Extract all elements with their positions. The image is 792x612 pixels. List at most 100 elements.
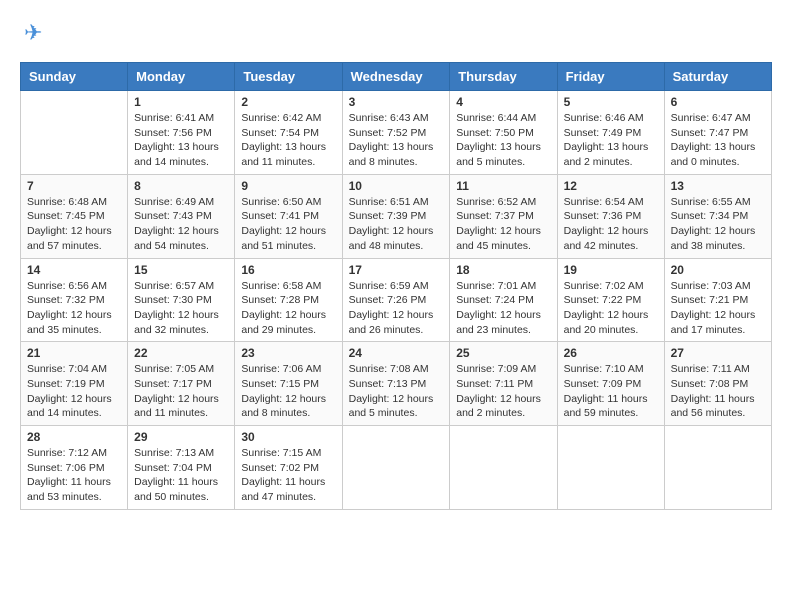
calendar-cell: 24 Sunrise: 7:08 AMSunset: 7:13 PMDaylig…	[342, 342, 450, 426]
calendar-cell: 23 Sunrise: 7:06 AMSunset: 7:15 PMDaylig…	[235, 342, 342, 426]
day-info: Sunrise: 6:41 AMSunset: 7:56 PMDaylight:…	[134, 111, 228, 170]
day-info: Sunrise: 7:15 AMSunset: 7:02 PMDaylight:…	[241, 446, 335, 505]
calendar-cell: 13 Sunrise: 6:55 AMSunset: 7:34 PMDaylig…	[664, 174, 771, 258]
calendar-cell: 28 Sunrise: 7:12 AMSunset: 7:06 PMDaylig…	[21, 426, 128, 510]
day-info: Sunrise: 6:58 AMSunset: 7:28 PMDaylight:…	[241, 279, 335, 338]
day-number: 3	[349, 95, 444, 109]
day-info: Sunrise: 6:48 AMSunset: 7:45 PMDaylight:…	[27, 195, 121, 254]
calendar-cell: 29 Sunrise: 7:13 AMSunset: 7:04 PMDaylig…	[128, 426, 235, 510]
day-number: 20	[671, 263, 765, 277]
day-number: 25	[456, 346, 550, 360]
day-info: Sunrise: 7:10 AMSunset: 7:09 PMDaylight:…	[564, 362, 658, 421]
calendar-cell: 17 Sunrise: 6:59 AMSunset: 7:26 PMDaylig…	[342, 258, 450, 342]
day-info: Sunrise: 6:51 AMSunset: 7:39 PMDaylight:…	[349, 195, 444, 254]
day-info: Sunrise: 6:55 AMSunset: 7:34 PMDaylight:…	[671, 195, 765, 254]
calendar-cell: 20 Sunrise: 7:03 AMSunset: 7:21 PMDaylig…	[664, 258, 771, 342]
calendar-cell: 26 Sunrise: 7:10 AMSunset: 7:09 PMDaylig…	[557, 342, 664, 426]
day-info: Sunrise: 7:08 AMSunset: 7:13 PMDaylight:…	[349, 362, 444, 421]
calendar-cell: 21 Sunrise: 7:04 AMSunset: 7:19 PMDaylig…	[21, 342, 128, 426]
calendar-cell	[342, 426, 450, 510]
day-info: Sunrise: 6:56 AMSunset: 7:32 PMDaylight:…	[27, 279, 121, 338]
day-info: Sunrise: 7:09 AMSunset: 7:11 PMDaylight:…	[456, 362, 550, 421]
calendar-week-row: 28 Sunrise: 7:12 AMSunset: 7:06 PMDaylig…	[21, 426, 772, 510]
calendar-cell: 2 Sunrise: 6:42 AMSunset: 7:54 PMDayligh…	[235, 91, 342, 175]
calendar-cell: 14 Sunrise: 6:56 AMSunset: 7:32 PMDaylig…	[21, 258, 128, 342]
day-info: Sunrise: 6:52 AMSunset: 7:37 PMDaylight:…	[456, 195, 550, 254]
calendar-week-row: 1 Sunrise: 6:41 AMSunset: 7:56 PMDayligh…	[21, 91, 772, 175]
day-number: 23	[241, 346, 335, 360]
weekday-header: Sunday	[21, 63, 128, 91]
day-info: Sunrise: 7:13 AMSunset: 7:04 PMDaylight:…	[134, 446, 228, 505]
day-number: 12	[564, 179, 658, 193]
day-number: 14	[27, 263, 121, 277]
weekday-header: Friday	[557, 63, 664, 91]
day-number: 15	[134, 263, 228, 277]
calendar-cell: 30 Sunrise: 7:15 AMSunset: 7:02 PMDaylig…	[235, 426, 342, 510]
calendar-cell: 3 Sunrise: 6:43 AMSunset: 7:52 PMDayligh…	[342, 91, 450, 175]
day-number: 7	[27, 179, 121, 193]
calendar-cell	[450, 426, 557, 510]
day-number: 21	[27, 346, 121, 360]
day-number: 16	[241, 263, 335, 277]
day-number: 9	[241, 179, 335, 193]
day-number: 13	[671, 179, 765, 193]
day-info: Sunrise: 7:03 AMSunset: 7:21 PMDaylight:…	[671, 279, 765, 338]
calendar-cell	[557, 426, 664, 510]
day-number: 27	[671, 346, 765, 360]
logo: ✈	[20, 20, 42, 46]
day-number: 2	[241, 95, 335, 109]
calendar-cell: 18 Sunrise: 7:01 AMSunset: 7:24 PMDaylig…	[450, 258, 557, 342]
day-info: Sunrise: 6:54 AMSunset: 7:36 PMDaylight:…	[564, 195, 658, 254]
day-number: 6	[671, 95, 765, 109]
day-number: 8	[134, 179, 228, 193]
calendar-cell: 8 Sunrise: 6:49 AMSunset: 7:43 PMDayligh…	[128, 174, 235, 258]
day-info: Sunrise: 7:06 AMSunset: 7:15 PMDaylight:…	[241, 362, 335, 421]
calendar-cell: 1 Sunrise: 6:41 AMSunset: 7:56 PMDayligh…	[128, 91, 235, 175]
day-number: 5	[564, 95, 658, 109]
calendar-cell	[21, 91, 128, 175]
day-info: Sunrise: 7:12 AMSunset: 7:06 PMDaylight:…	[27, 446, 121, 505]
calendar-cell: 7 Sunrise: 6:48 AMSunset: 7:45 PMDayligh…	[21, 174, 128, 258]
calendar: SundayMondayTuesdayWednesdayThursdayFrid…	[20, 62, 772, 510]
day-info: Sunrise: 7:04 AMSunset: 7:19 PMDaylight:…	[27, 362, 121, 421]
day-info: Sunrise: 7:02 AMSunset: 7:22 PMDaylight:…	[564, 279, 658, 338]
logo-icon: ✈	[24, 20, 42, 46]
weekday-header: Saturday	[664, 63, 771, 91]
day-info: Sunrise: 7:11 AMSunset: 7:08 PMDaylight:…	[671, 362, 765, 421]
day-number: 24	[349, 346, 444, 360]
day-number: 18	[456, 263, 550, 277]
day-info: Sunrise: 6:42 AMSunset: 7:54 PMDaylight:…	[241, 111, 335, 170]
day-number: 28	[27, 430, 121, 444]
calendar-cell: 4 Sunrise: 6:44 AMSunset: 7:50 PMDayligh…	[450, 91, 557, 175]
weekday-header: Thursday	[450, 63, 557, 91]
calendar-cell: 6 Sunrise: 6:47 AMSunset: 7:47 PMDayligh…	[664, 91, 771, 175]
day-number: 29	[134, 430, 228, 444]
day-info: Sunrise: 6:50 AMSunset: 7:41 PMDaylight:…	[241, 195, 335, 254]
weekday-header: Tuesday	[235, 63, 342, 91]
day-info: Sunrise: 6:43 AMSunset: 7:52 PMDaylight:…	[349, 111, 444, 170]
calendar-cell: 10 Sunrise: 6:51 AMSunset: 7:39 PMDaylig…	[342, 174, 450, 258]
day-info: Sunrise: 6:47 AMSunset: 7:47 PMDaylight:…	[671, 111, 765, 170]
calendar-week-row: 14 Sunrise: 6:56 AMSunset: 7:32 PMDaylig…	[21, 258, 772, 342]
calendar-cell: 27 Sunrise: 7:11 AMSunset: 7:08 PMDaylig…	[664, 342, 771, 426]
calendar-cell: 12 Sunrise: 6:54 AMSunset: 7:36 PMDaylig…	[557, 174, 664, 258]
day-info: Sunrise: 7:01 AMSunset: 7:24 PMDaylight:…	[456, 279, 550, 338]
day-number: 4	[456, 95, 550, 109]
calendar-cell: 11 Sunrise: 6:52 AMSunset: 7:37 PMDaylig…	[450, 174, 557, 258]
day-number: 17	[349, 263, 444, 277]
day-info: Sunrise: 6:59 AMSunset: 7:26 PMDaylight:…	[349, 279, 444, 338]
calendar-cell: 9 Sunrise: 6:50 AMSunset: 7:41 PMDayligh…	[235, 174, 342, 258]
day-info: Sunrise: 6:57 AMSunset: 7:30 PMDaylight:…	[134, 279, 228, 338]
calendar-cell: 5 Sunrise: 6:46 AMSunset: 7:49 PMDayligh…	[557, 91, 664, 175]
day-number: 26	[564, 346, 658, 360]
calendar-week-row: 21 Sunrise: 7:04 AMSunset: 7:19 PMDaylig…	[21, 342, 772, 426]
calendar-cell: 25 Sunrise: 7:09 AMSunset: 7:11 PMDaylig…	[450, 342, 557, 426]
day-number: 1	[134, 95, 228, 109]
calendar-week-row: 7 Sunrise: 6:48 AMSunset: 7:45 PMDayligh…	[21, 174, 772, 258]
day-info: Sunrise: 6:44 AMSunset: 7:50 PMDaylight:…	[456, 111, 550, 170]
calendar-cell: 22 Sunrise: 7:05 AMSunset: 7:17 PMDaylig…	[128, 342, 235, 426]
day-number: 30	[241, 430, 335, 444]
day-info: Sunrise: 6:46 AMSunset: 7:49 PMDaylight:…	[564, 111, 658, 170]
calendar-cell: 16 Sunrise: 6:58 AMSunset: 7:28 PMDaylig…	[235, 258, 342, 342]
day-number: 19	[564, 263, 658, 277]
